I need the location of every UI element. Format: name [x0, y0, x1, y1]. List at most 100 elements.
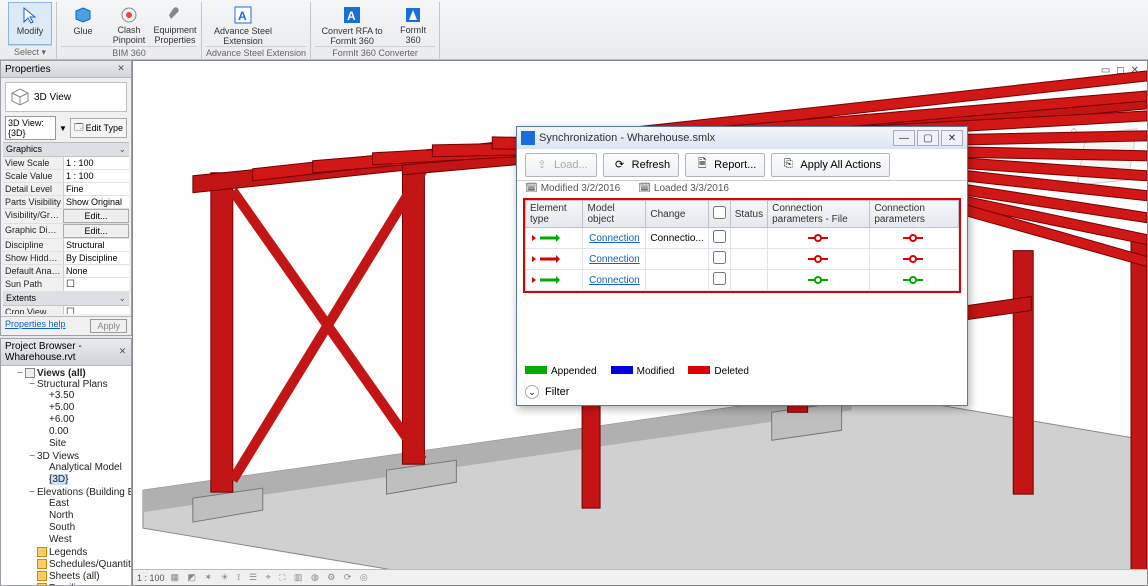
- asext_group: AAdvance Steel ExtensionAdvance Steel Ex…: [202, 2, 311, 59]
- prop-row[interactable]: Graphic Displa...Edit...: [3, 224, 129, 239]
- equip-button[interactable]: Equipment Properties: [153, 2, 197, 46]
- view-status-bar: 1 : 100 ▦ ◩ ✶ ☀ ⟟ ☰ ⌖ ⛶ ▥ ◍ ⚙ ⟳ ◎: [133, 569, 1147, 585]
- tree-node[interactable]: North: [39, 510, 129, 522]
- tree-node[interactable]: {3D}: [39, 474, 129, 486]
- table-row[interactable]: Connection: [526, 249, 959, 270]
- properties-header[interactable]: Properties ✕: [1, 61, 131, 78]
- upload-icon: ⇪: [534, 157, 550, 173]
- prop-row[interactable]: Parts VisibilityShow Original: [3, 196, 129, 209]
- model-object-link[interactable]: Connection: [583, 228, 646, 249]
- tree-node[interactable]: South: [39, 522, 129, 534]
- tree-node[interactable]: Site: [39, 438, 129, 450]
- chevron-down-icon[interactable]: ⌄: [525, 385, 539, 399]
- glue-button[interactable]: Glue: [61, 2, 105, 46]
- modify-button[interactable]: Modify: [8, 2, 52, 45]
- prop-row[interactable]: Detail LevelFine: [3, 183, 129, 196]
- ribbon: ModifySelect ▾ GlueClash PinpointEquipmen…: [0, 0, 1148, 60]
- select-all-checkbox[interactable]: [713, 206, 726, 219]
- maximize-button[interactable]: ▢: [917, 130, 939, 146]
- prop-row[interactable]: DisciplineStructural: [3, 239, 129, 252]
- status-cell: [730, 228, 767, 249]
- project-browser-tree[interactable]: −Views (all)−Structural Plans +3.50 +5.0…: [1, 366, 131, 586]
- scale-label[interactable]: 1 : 100: [137, 573, 165, 583]
- col-header[interactable]: [708, 201, 730, 228]
- ribbon-group-label: Select ▾: [8, 45, 52, 59]
- refresh-icon: ⟳: [612, 157, 628, 173]
- type-selector[interactable]: 3D View: [5, 82, 127, 112]
- apply-button[interactable]: Apply: [90, 319, 127, 333]
- prop-row[interactable]: Show Hidden ...By Discipline: [3, 252, 129, 265]
- model-object-link[interactable]: Connection: [583, 270, 646, 291]
- col-header[interactable]: Element type: [526, 201, 583, 228]
- tree-node[interactable]: East: [39, 498, 129, 510]
- col-header[interactable]: Status: [730, 201, 767, 228]
- close-icon[interactable]: ✕: [115, 63, 127, 75]
- dialog-meta: 🗓Modified 3/2/2016 🗓Loaded 3/3/2016: [517, 181, 967, 196]
- tree-node[interactable]: −Elevations (Building Elevation) East No…: [27, 487, 129, 547]
- conn-params-file-icon: [768, 270, 870, 291]
- cube-blue-icon: [73, 5, 93, 25]
- change-cell: [646, 249, 708, 270]
- prop-row[interactable]: Default Analysi...None: [3, 265, 129, 278]
- ribbon-group-label: BIM 360: [61, 46, 197, 59]
- tree-node[interactable]: −Structural Plans +3.50 +5.00 +6.00 0.00…: [27, 379, 129, 451]
- tree-root[interactable]: −Views (all)−Structural Plans +3.50 +5.0…: [15, 368, 129, 586]
- prop-row[interactable]: Visibility/Grap...Edit...: [3, 209, 129, 224]
- prop-row[interactable]: View Scale1 : 100: [3, 157, 129, 170]
- col-header[interactable]: Model object: [583, 201, 646, 228]
- filter-row[interactable]: ⌄ Filter: [517, 383, 967, 405]
- tree-node[interactable]: +6.00: [39, 414, 129, 426]
- table-row[interactable]: Connection: [526, 270, 959, 291]
- tree-node[interactable]: +5.00: [39, 402, 129, 414]
- apply-all-button[interactable]: ⎘Apply All Actions: [771, 153, 890, 177]
- col-header[interactable]: Connection parameters - File: [768, 201, 870, 228]
- close-button[interactable]: ✕: [941, 130, 963, 146]
- row-checkbox[interactable]: [708, 249, 730, 270]
- tree-node[interactable]: Schedules/Quantities: [27, 559, 129, 571]
- refresh-button[interactable]: ⟳Refresh: [603, 153, 680, 177]
- convrfa-button[interactable]: AConvert RFA to FormIt 360: [315, 2, 389, 46]
- synchronization-dialog[interactable]: Synchronization - Wharehouse.smlx — ▢ ✕ …: [516, 126, 968, 406]
- close-icon[interactable]: ✕: [118, 346, 127, 358]
- project-browser-header[interactable]: Project Browser - Wharehouse.rvt ✕: [1, 339, 131, 366]
- row-checkbox[interactable]: [708, 270, 730, 291]
- wrench-icon: [165, 5, 185, 24]
- tree-node[interactable]: Analytical Model: [39, 462, 129, 474]
- minimize-button[interactable]: —: [893, 130, 915, 146]
- element-type-icon: [526, 249, 583, 270]
- prop-row[interactable]: Scale Value1 : 100: [3, 170, 129, 183]
- edit-type-button[interactable]: 🗔 Edit Type: [70, 118, 127, 138]
- formit_group: AConvert RFA to FormIt 360FormIt 360Form…: [311, 2, 440, 59]
- status-icons[interactable]: ▦ ◩ ✶ ☀ ⟟ ☰ ⌖ ⛶ ▥ ◍ ⚙ ⟳ ◎: [171, 572, 371, 583]
- model-object-link[interactable]: Connection: [583, 249, 646, 270]
- prop-row[interactable]: Sun Path: [3, 278, 129, 292]
- formit-icon: [403, 5, 423, 24]
- leg-icon: [37, 547, 47, 557]
- tree-node[interactable]: −3D Views Analytical Model {3D}: [27, 451, 129, 487]
- dialog-titlebar[interactable]: Synchronization - Wharehouse.smlx — ▢ ✕: [517, 127, 967, 149]
- load-button[interactable]: ⇪Load...: [525, 153, 597, 177]
- legend-item: Deleted: [688, 366, 748, 377]
- prop-row[interactable]: Crop View: [3, 306, 129, 314]
- formit-button[interactable]: FormIt 360: [391, 2, 435, 46]
- tree-node[interactable]: Sheets (all): [27, 571, 129, 583]
- tree-node[interactable]: 0.00: [39, 426, 129, 438]
- col-header[interactable]: Connection parameters: [870, 201, 959, 228]
- calendar-icon: 🗓: [525, 183, 538, 194]
- prop-section-extents[interactable]: Extents⌄: [3, 292, 129, 306]
- clash-button[interactable]: Clash Pinpoint: [107, 2, 151, 46]
- sync-table[interactable]: Element typeModel objectChangeStatusConn…: [525, 200, 959, 291]
- bim360_group: GlueClash PinpointEquipment PropertiesBI…: [57, 2, 202, 59]
- row-checkbox[interactable]: [708, 228, 730, 249]
- col-header[interactable]: Change: [646, 201, 708, 228]
- properties-footer: Properties help Apply: [1, 316, 131, 335]
- table-row[interactable]: ConnectionConnectio...: [526, 228, 959, 249]
- tree-node[interactable]: West: [39, 534, 129, 546]
- asext-button[interactable]: AAdvance Steel Extension: [206, 2, 280, 46]
- report-button[interactable]: 🗎Report...: [685, 153, 765, 177]
- prop-section-graphics[interactable]: Graphics⌄: [3, 143, 129, 157]
- view-combo[interactable]: 3D View: {3D}: [5, 116, 56, 140]
- tree-node[interactable]: Legends: [27, 547, 129, 559]
- properties-help-link[interactable]: Properties help: [5, 319, 66, 333]
- tree-node[interactable]: +3.50: [39, 390, 129, 402]
